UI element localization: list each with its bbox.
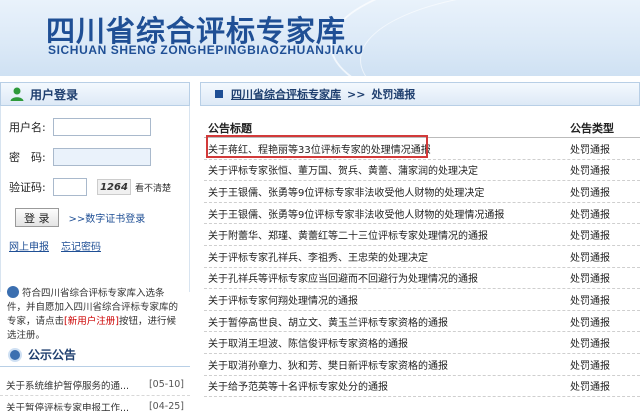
row-type: 处罚通报	[570, 166, 610, 178]
captcha-image[interactable]: 1264	[97, 179, 131, 195]
breadcrumb-marker-icon	[215, 90, 223, 98]
registration-notice: 符合四川省综合评标专家库入选条件，并自愿加入四川省综合评标专家库的专家，请点击[…	[7, 286, 183, 343]
row-type: 处罚通报	[570, 295, 610, 307]
login-actions-row: 登 录 >>数字证书登录	[9, 208, 145, 227]
row-type: 处罚通报	[570, 231, 610, 243]
site-subtitle: SICHUAN SHENG ZONGHEPINGBIAOZHUANJIAKU	[48, 43, 364, 57]
captcha-label: 验证码:	[9, 181, 46, 194]
row-type: 处罚通报	[570, 317, 610, 329]
password-input[interactable]	[53, 148, 151, 166]
table-row[interactable]: 关于暂停高世良、胡立文、黄玉兰评标专家资格的通报 处罚通报	[204, 311, 640, 333]
row-type: 处罚通报	[570, 209, 610, 221]
table-row[interactable]: 关于附蕾华、郑瑾、黄蕾红等二十三位评标专家处理情况的通报 处罚通报	[204, 224, 640, 246]
announcement-date: [04-25]	[148, 401, 184, 411]
row-title-link[interactable]: 关于取消王坦波、陈信俊评标专家资格的通报	[204, 335, 570, 350]
site-header: 四川省综合评标专家库 SICHUAN SHENG ZONGHEPINGBIAOZ…	[0, 0, 640, 76]
captcha-refresh-link[interactable]: 看不清楚	[135, 181, 171, 194]
table-row[interactable]: 关于取消孙章力、狄和芳、樊日新评标专家资格的通报 处罚通报	[204, 354, 640, 376]
online-apply-link[interactable]: 网上申报	[9, 238, 49, 253]
row-title-link[interactable]: 关于王银儒、张勇等9位评标专家非法收受他人财物的处理决定	[204, 184, 570, 199]
row-title-link[interactable]: 关于暂停高世良、胡立文、黄玉兰评标专家资格的通报	[204, 314, 570, 329]
announcements-title: 公示公告	[28, 348, 77, 362]
row-type: 处罚通报	[570, 274, 610, 286]
breadcrumb-separator: >>	[347, 87, 366, 101]
announcement-title[interactable]: 关于系统维护暂停服务的通...	[6, 378, 129, 392]
user-icon	[9, 86, 25, 102]
list-item[interactable]: 关于系统维护暂停服务的通... [05-10]	[0, 374, 190, 396]
forgot-password-link[interactable]: 忘记密码	[61, 238, 101, 253]
announcement-date: [05-10]	[148, 379, 184, 390]
username-label: 用户名:	[9, 121, 46, 134]
table-row[interactable]: 关于评标专家何翔处理情况的通报 处罚通报	[204, 289, 640, 311]
table-row[interactable]: 关于取消王坦波、陈信俊评标专家资格的通报 处罚通报	[204, 332, 640, 354]
table-row[interactable]: 关于孔祥兵等评标专家应当回避而不回避行为处理情况的通报 处罚通报	[204, 268, 640, 290]
announcement-title[interactable]: 关于暂停评标专家申报工作...	[6, 400, 129, 411]
row-type: 处罚通报	[570, 144, 610, 156]
row-type: 处罚通报	[570, 339, 610, 351]
list-item[interactable]: 关于暂停评标专家申报工作... [04-25]	[0, 396, 190, 411]
breadcrumb-current: 处罚通报	[371, 88, 416, 101]
col-title-header: 公告标题	[208, 121, 252, 135]
row-title-link[interactable]: 关于评标专家孔祥兵、李祖秀、王忠荣的处理决定	[204, 249, 570, 264]
breadcrumb-home-link[interactable]: 四川省综合评标专家库	[231, 86, 341, 102]
highlight-box	[206, 135, 428, 158]
captcha-input[interactable]	[53, 178, 87, 196]
breadcrumb: 四川省综合评标专家库 >> 处罚通报	[200, 82, 640, 106]
table-row[interactable]: 关于评标专家张恒、董万国、贺兵、黄蕾、蒲家润的处理决定 处罚通报	[204, 160, 640, 182]
row-title-link[interactable]: 关于给予范英等十名评标专家处分的通报	[204, 378, 570, 393]
register-link[interactable]: [新用户注册]	[64, 316, 119, 327]
announcement-icon	[8, 347, 22, 362]
username-row: 用户名:	[9, 118, 151, 136]
login-button[interactable]: 登 录	[15, 208, 59, 227]
table-row[interactable]: 关于王银儒、张勇等9位评标专家非法收受他人财物的处理决定 处罚通报	[204, 181, 640, 203]
row-type: 处罚通报	[570, 252, 610, 264]
row-title-link[interactable]: 关于评标专家张恒、董万国、贺兵、黄蕾、蒲家润的处理决定	[204, 162, 570, 177]
row-title-link[interactable]: 关于王银儒、张勇等9位评标专家非法收受他人财物的处理情况通报	[204, 206, 570, 221]
username-input[interactable]	[53, 118, 151, 136]
announcements-list: 关于系统维护暂停服务的通... [05-10] 关于暂停评标专家申报工作... …	[0, 374, 190, 411]
announcements-header: 公示公告	[0, 343, 190, 367]
password-row: 密 码:	[9, 148, 151, 166]
login-form: 用户名: 密 码: 验证码: 1264 看不清楚 登 录 >>数字证书登录 网上…	[0, 106, 190, 341]
notice-icon	[7, 286, 19, 298]
row-title-link[interactable]: 关于评标专家何翔处理情况的通报	[204, 292, 570, 307]
cert-login-link[interactable]: >>数字证书登录	[69, 210, 146, 225]
col-type-header: 公告类型	[570, 121, 614, 135]
row-type: 处罚通报	[570, 382, 610, 394]
links-row: 网上申报 忘记密码	[9, 238, 113, 253]
login-panel-title: 用户登录	[30, 87, 79, 102]
login-panel-header: 用户登录	[0, 82, 190, 106]
row-title-link[interactable]: 关于孔祥兵等评标专家应当回避而不回避行为处理情况的通报	[204, 270, 570, 285]
left-sidebar: 用户登录 用户名: 密 码: 验证码: 1264 看不清楚 登 录 >>数字证书…	[0, 82, 190, 411]
captcha-row: 验证码: 1264 看不清楚	[9, 178, 171, 196]
table-row[interactable]: 关于评标专家孔祥兵、李祖秀、王忠荣的处理决定 处罚通报	[204, 246, 640, 268]
table-row[interactable]: 关于王银儒、张勇等9位评标专家非法收受他人财物的处理情况通报 处罚通报	[204, 203, 640, 225]
password-label: 密 码:	[9, 151, 46, 164]
main-content: 四川省综合评标专家库 >> 处罚通报 公告标题 公告类型 关于蒋红、程艳丽等33…	[200, 82, 640, 411]
row-type: 处罚通报	[570, 187, 610, 199]
row-type: 处罚通报	[570, 360, 610, 372]
row-title-link[interactable]: 关于附蕾华、郑瑾、黄蕾红等二十三位评标专家处理情况的通报	[204, 227, 570, 242]
row-title-link[interactable]: 关于取消孙章力、狄和芳、樊日新评标专家资格的通报	[204, 357, 570, 372]
table-row[interactable]: 关于给予范英等十名评标专家处分的通报 处罚通报	[204, 376, 640, 398]
notice-table: 公告标题 公告类型 关于蒋红、程艳丽等33位评标专家的处理情况通报 处罚通报 关于…	[204, 118, 640, 398]
